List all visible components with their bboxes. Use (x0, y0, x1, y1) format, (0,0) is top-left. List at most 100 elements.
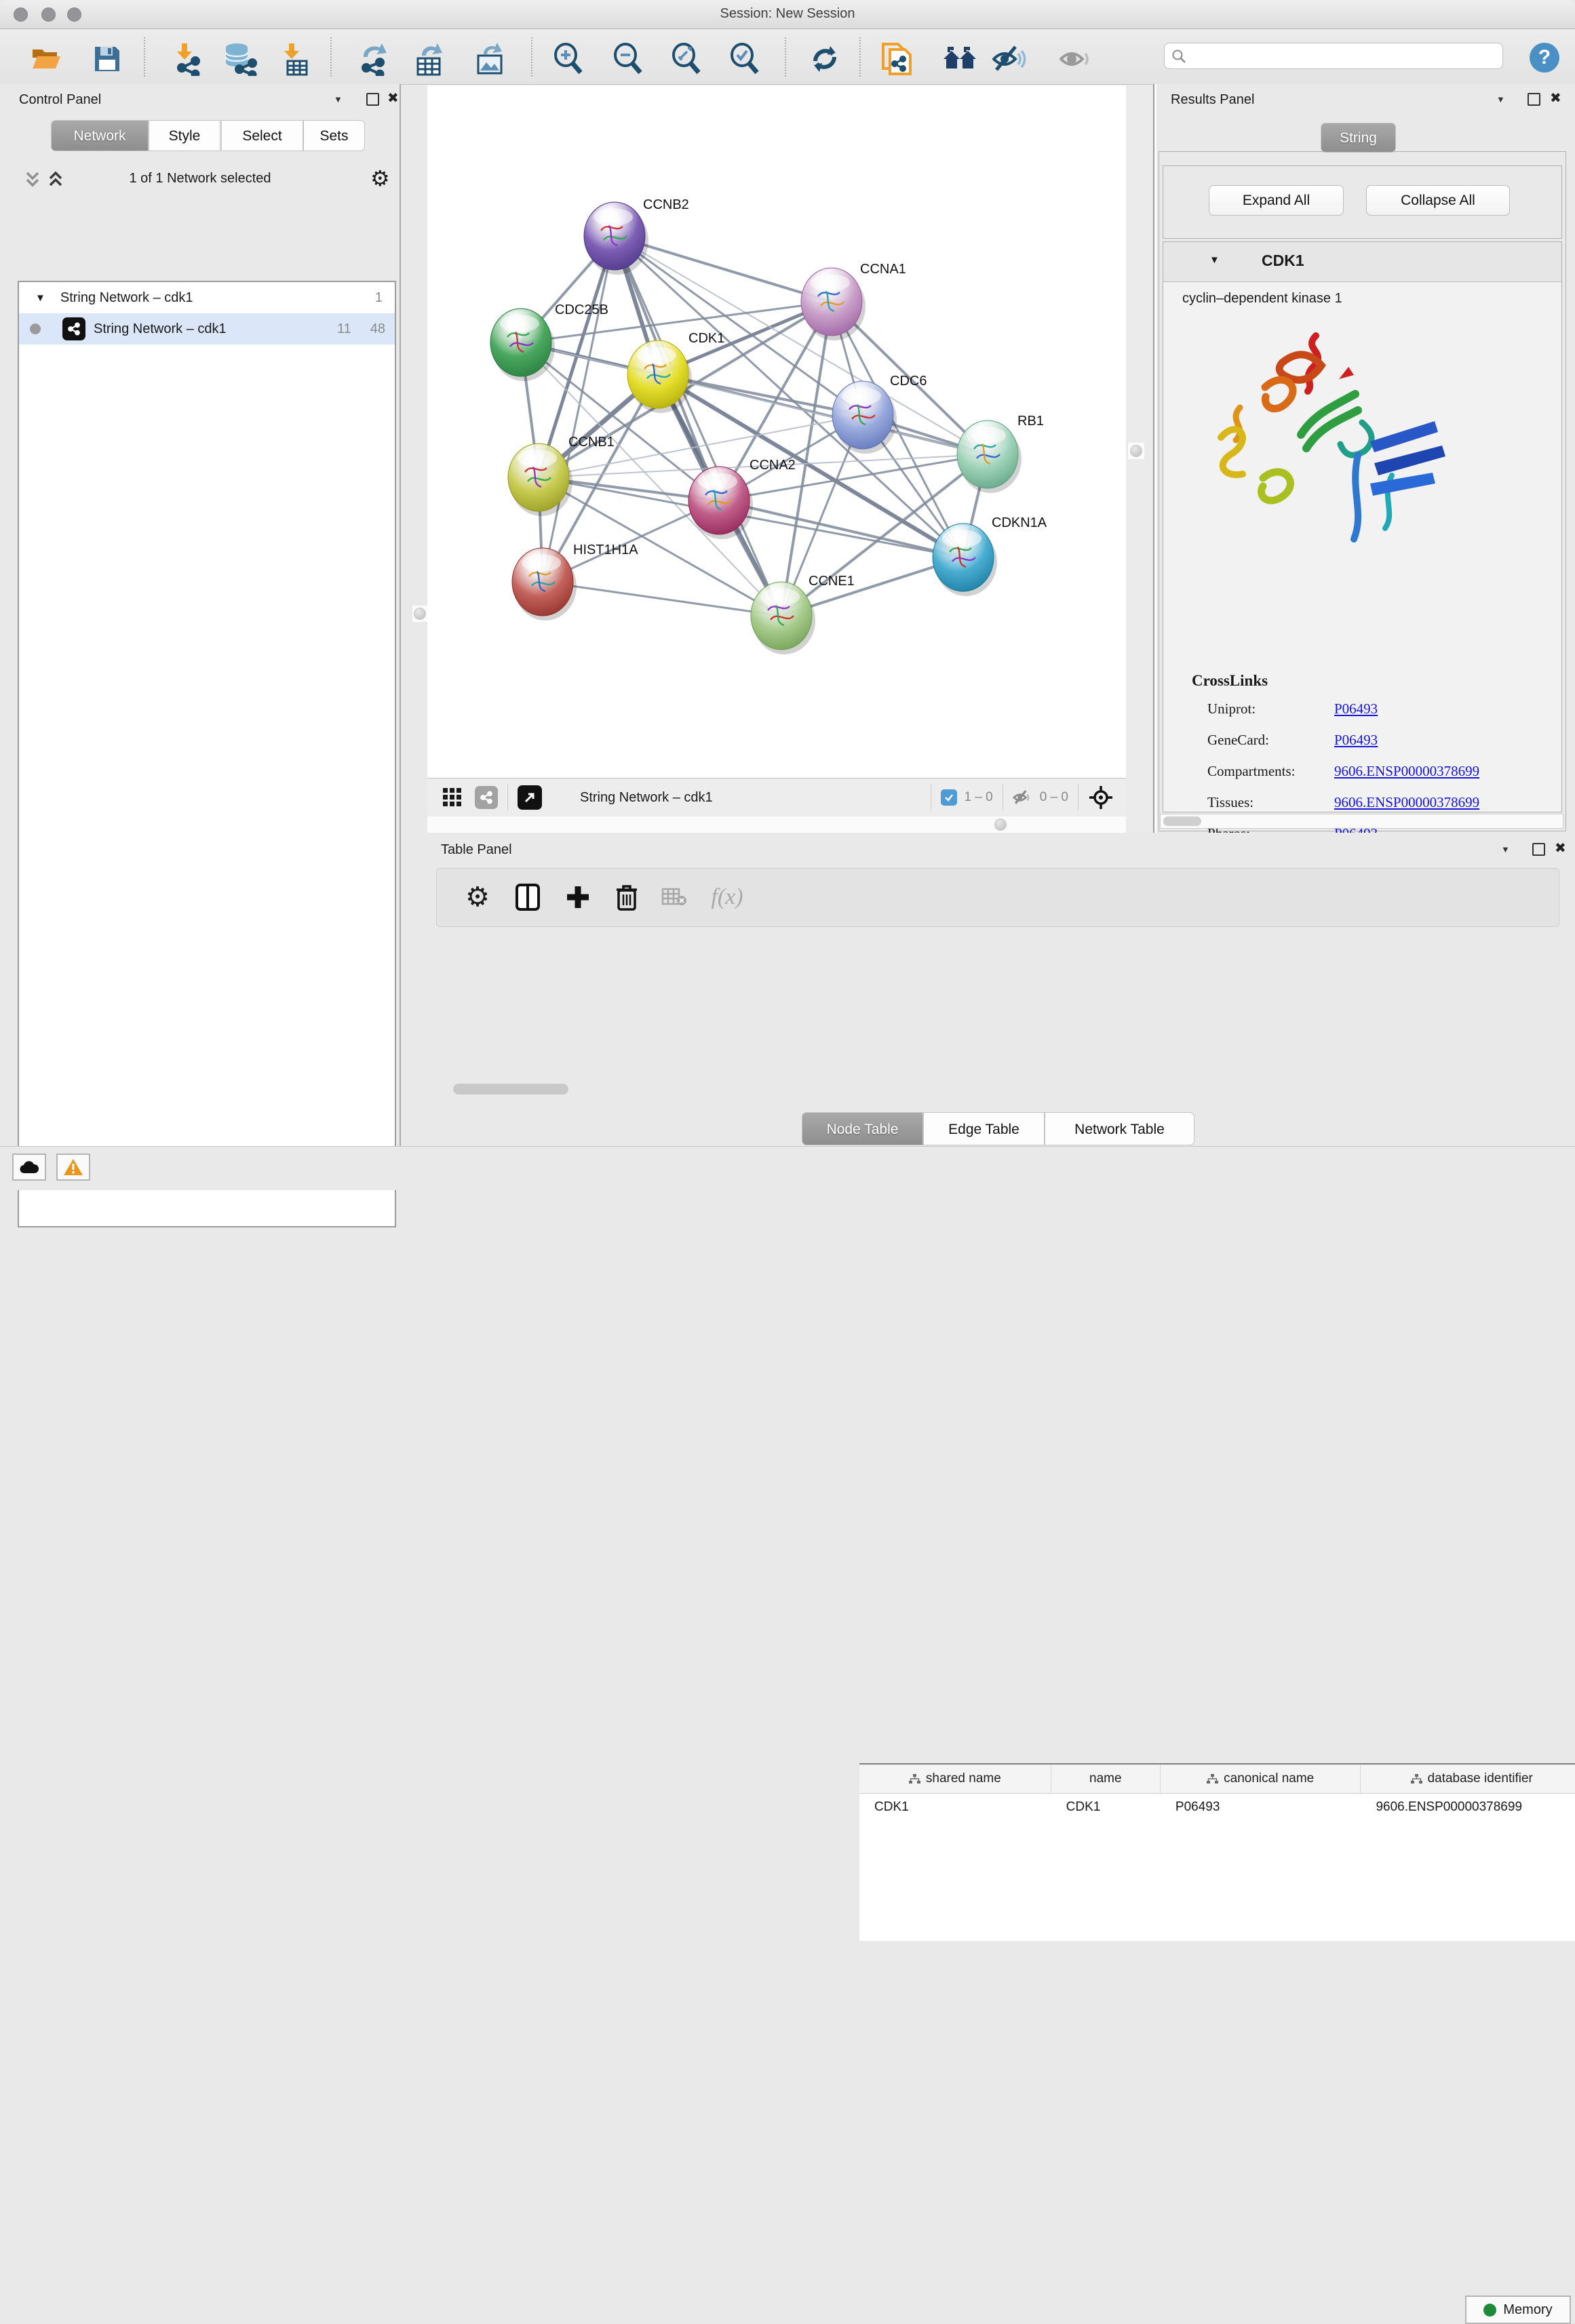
results-panel-menu-caret[interactable]: ▼ (1496, 94, 1505, 104)
network-canvas[interactable]: CCNB2CCNA1CDC25BCDK1CDC6RB1CCNB1CCNA2CDK… (427, 85, 1126, 778)
double-chevron-down-icon (23, 171, 42, 189)
protein-section-header[interactable]: ▼ CDK1 (1163, 242, 1561, 282)
table-hscrollbar-thumb[interactable] (453, 1084, 568, 1095)
network-graph[interactable]: CCNB2CCNA1CDC25BCDK1CDC6RB1CCNB1CCNA2CDK… (427, 85, 1126, 778)
warning-status-button[interactable] (56, 1154, 90, 1181)
fit-selected-button[interactable] (1088, 785, 1114, 810)
zoom-in-button[interactable] (551, 41, 586, 77)
table-cell[interactable]: CDK1 (859, 1794, 1051, 1821)
edge-CCNA2-CDKN1A[interactable] (719, 500, 963, 557)
horizontal-splitter[interactable] (427, 816, 1126, 833)
table-cell[interactable]: P06493 (1161, 1794, 1361, 1821)
network-share-button[interactable] (475, 786, 498, 809)
table-row[interactable]: CDK1CDK1P064939606.ENSP00000378699cyclin… (859, 1794, 1575, 1821)
tab-string[interactable]: String (1321, 123, 1396, 153)
import-network-button[interactable] (168, 41, 203, 77)
right-splitter[interactable] (1126, 85, 1153, 833)
zoom-out-button[interactable] (610, 41, 646, 77)
import-table-button[interactable] (276, 41, 311, 77)
tab-edge-table[interactable]: Edge Table (923, 1112, 1045, 1145)
edge-HIST1H1A-CCNE1[interactable] (543, 582, 781, 616)
selected-checkbox-icon[interactable] (941, 789, 957, 806)
results-hscrollbar[interactable] (1160, 814, 1563, 829)
crosslink-value-link[interactable]: P06493 (1334, 732, 1378, 749)
control-panel-menu-caret[interactable]: ▼ (334, 94, 343, 104)
node-CCNA1[interactable] (801, 268, 866, 340)
node-HIST1H1A[interactable] (512, 548, 577, 621)
help-button[interactable]: ? (1530, 43, 1559, 73)
collection-count: 1 (375, 290, 383, 306)
tab-style[interactable]: Style (149, 120, 220, 151)
node-CDC25B[interactable] (490, 309, 555, 381)
birdseye-grid-button[interactable] (442, 787, 463, 808)
crosslink-value-link[interactable]: P06493 (1334, 701, 1378, 717)
apply-layout-button[interactable] (807, 41, 842, 77)
search-input[interactable] (1186, 45, 1502, 67)
window-title: Session: New Session (0, 6, 1575, 22)
hidden-eye-slash-icon (1013, 789, 1033, 806)
import-network-from-database-button[interactable] (222, 41, 257, 77)
export-table-button[interactable] (412, 41, 447, 77)
results-panel-float-button[interactable] (1528, 93, 1540, 106)
horizontal-splitter-handle[interactable] (994, 819, 1007, 831)
hide-glass-eye-button[interactable] (992, 41, 1028, 77)
crosslink-value-link[interactable]: 9606.ENSP00000378699 (1334, 763, 1479, 780)
memory-button[interactable]: Memory (1465, 2296, 1571, 2324)
tab-node-table[interactable]: Node Table (802, 1112, 923, 1145)
show-glass-eye-button[interactable] (1059, 41, 1094, 77)
node-CDK1[interactable] (627, 340, 692, 413)
save-session-button[interactable] (90, 41, 125, 77)
protein-collapse-caret-icon[interactable]: ▼ (1209, 254, 1220, 266)
delete-column-button[interactable] (608, 880, 646, 915)
column-header-name[interactable]: name (1051, 1765, 1161, 1793)
table-panel-close-button[interactable]: ✖ (1555, 840, 1566, 856)
right-splitter-handle[interactable] (1128, 443, 1144, 459)
control-panel-float-button[interactable] (366, 93, 379, 106)
node-label-CDKN1A: CDKN1A (992, 515, 1047, 530)
network-type-icon (62, 317, 85, 340)
add-column-button[interactable] (559, 880, 597, 915)
open-in-browser-button[interactable] (518, 785, 542, 810)
open-session-button[interactable] (28, 41, 64, 77)
tab-select[interactable]: Select (221, 120, 303, 151)
string-import-button[interactable] (880, 41, 915, 77)
results-hscrollbar-thumb[interactable] (1163, 816, 1201, 826)
table-cell[interactable]: CDK1 (1051, 1794, 1161, 1821)
tab-network[interactable]: Network (51, 120, 149, 151)
expand-all-networks-button[interactable] (46, 171, 65, 189)
tab-sets[interactable]: Sets (303, 120, 365, 151)
table-cell[interactable]: 9606.ENSP00000378699 (1361, 1794, 1575, 1821)
save-floppy-icon (93, 45, 121, 73)
node-CDKN1A[interactable] (933, 524, 997, 596)
export-image-button[interactable] (472, 41, 507, 77)
cloud-status-button[interactable] (12, 1154, 46, 1181)
export-network-button[interactable] (356, 41, 391, 77)
column-header-databaseidentifier[interactable]: database identifier (1361, 1765, 1575, 1793)
tab-network-table[interactable]: Network Table (1045, 1112, 1194, 1145)
node-RB1[interactable] (957, 420, 1022, 493)
node-CDC6[interactable] (832, 381, 897, 454)
network-panel-gear-icon[interactable]: ⚙ (370, 165, 390, 191)
collapse-all-networks-button[interactable] (23, 171, 42, 189)
node-CCNE1[interactable] (751, 582, 815, 654)
column-header-sharedname[interactable]: shared name (859, 1765, 1051, 1793)
tree-expand-caret-icon[interactable]: ▼ (35, 292, 45, 304)
show-columns-button[interactable] (509, 880, 547, 915)
zoom-fit-button[interactable] (669, 41, 704, 77)
network-collection-row[interactable]: ▼ String Network – cdk1 1 (19, 282, 395, 313)
column-header-canonicalname[interactable]: canonical name (1161, 1765, 1361, 1793)
results-panel-close-button[interactable]: ✖ (1550, 90, 1561, 106)
crosslink-value-link[interactable]: 9606.ENSP00000378699 (1334, 794, 1479, 811)
left-splitter-handle[interactable] (412, 606, 427, 622)
edge-CCNB2-CCNE1[interactable] (615, 236, 781, 616)
collapse-all-button[interactable]: Collapse All (1366, 185, 1510, 216)
node-CCNB2[interactable] (584, 202, 648, 275)
control-panel-close-button[interactable]: ✖ (387, 90, 399, 106)
table-gear-icon[interactable]: ⚙ (459, 880, 497, 915)
table-panel-float-button[interactable] (1532, 843, 1545, 856)
table-panel-menu-caret[interactable]: ▼ (1501, 844, 1510, 854)
expand-all-button[interactable]: Expand All (1209, 185, 1344, 216)
zoom-selected-button[interactable] (727, 41, 762, 77)
home-button[interactable] (942, 41, 977, 77)
network-row[interactable]: String Network – cdk1 11 48 (19, 313, 395, 344)
